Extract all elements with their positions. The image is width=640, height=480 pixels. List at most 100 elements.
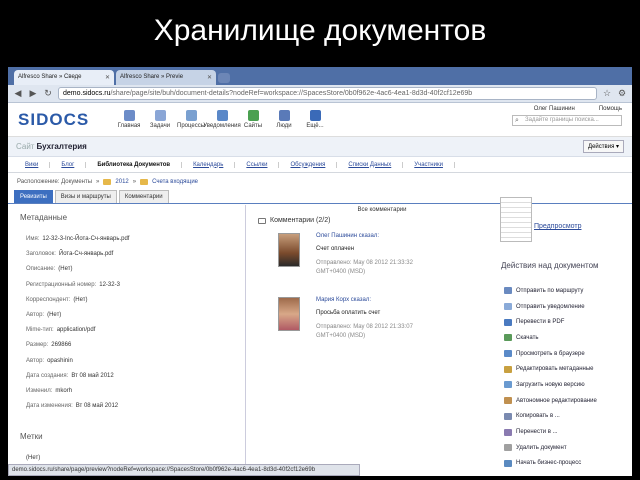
document-action[interactable]: Перевести в PDF — [504, 314, 630, 330]
tab-visas[interactable]: Визы и маршруты — [54, 190, 117, 203]
comments-title-text: Комментарии (2/2) — [270, 217, 331, 224]
preview-link[interactable]: Предпросмотр — [534, 223, 581, 230]
metadata-row: Дата изменения: Вт 08 май 2012 — [26, 403, 245, 418]
nav-icon — [216, 110, 228, 121]
document-action[interactable]: Автономное редактирование — [504, 393, 630, 409]
metadata-row: Размер: 269866 — [26, 342, 245, 357]
action-icon — [504, 444, 512, 452]
folder-icon — [103, 178, 112, 185]
nav-item[interactable]: Процессы — [177, 110, 205, 129]
nav-label: Сайты — [243, 123, 263, 129]
site-name: Бухгалтерия — [36, 142, 87, 151]
folder-icon — [140, 178, 149, 185]
action-label: Начать бизнес-процесс — [516, 460, 582, 467]
new-tab-button[interactable] — [218, 73, 230, 83]
breadcrumb-sep: » — [132, 178, 137, 185]
metadata-row: Имя: 12-32-3-Inc-Йота-Сч-январь.pdf — [26, 236, 245, 251]
breadcrumb-year[interactable]: 2012 — [115, 179, 128, 185]
browser-screenshot: Alfresco Share » Сведе ✕ Alfresco Share … — [8, 67, 632, 476]
browser-tab-bar: Alfresco Share » Сведе ✕ Alfresco Share … — [8, 67, 632, 85]
comment-author[interactable]: Мария Корх сказал: — [316, 297, 476, 303]
tab-label: Alfresco Share » Previe — [120, 74, 184, 80]
metadata-row: Регистрационный номер: 12-32-3 — [26, 282, 245, 297]
metadata-value: Вт 08 май 2012 — [75, 403, 119, 410]
metadata-title: Метаданные — [20, 213, 68, 222]
search-input[interactable]: ⌕ Задайте границы поиска... — [512, 115, 622, 126]
nav-item[interactable]: Сайты — [240, 110, 266, 129]
address-bar: ◀ ▶ ↻ demo.sidocs.ru/share/page/site/buh… — [8, 85, 632, 103]
tab-requisites[interactable]: Ревизиты — [14, 190, 53, 203]
metadata-row: Автор: (Нет) — [26, 312, 245, 327]
wrench-icon[interactable]: ⚙ — [617, 88, 627, 99]
document-action[interactable]: Загрузить новую версию — [504, 377, 630, 393]
close-icon[interactable]: ✕ — [207, 74, 212, 85]
action-label: Перенести в ... — [516, 429, 558, 436]
document-action[interactable]: Отправить по маршруту — [504, 283, 630, 299]
action-label: Копировать в ... — [516, 413, 560, 420]
nav-icon — [247, 110, 259, 121]
comment-text: Счет оплачен — [316, 246, 355, 252]
comment-date: Отправлено: May 08 2012 21:33:07 — [316, 324, 413, 330]
document-action[interactable]: Удалить документ — [504, 440, 630, 456]
action-icon — [504, 318, 512, 326]
breadcrumb-label[interactable]: Расположение: Документы — [17, 179, 92, 185]
nav-icon — [123, 110, 135, 121]
action-icon — [504, 303, 512, 311]
nav-item[interactable]: Ещё... — [302, 110, 328, 129]
browser-tab-1[interactable]: Alfresco Share » Previe ✕ — [116, 70, 216, 85]
metadata-value: 12-32-3-Inc-Йота-Сч-январь.pdf — [42, 236, 130, 242]
nav-item[interactable]: Задачи — [147, 110, 173, 129]
document-action[interactable]: Редактировать метаданные — [504, 361, 630, 377]
comment-tz: GMT+0400 (MSD) — [316, 333, 366, 339]
action-label: Удалить документ — [516, 444, 567, 451]
browser-tab-0[interactable]: Alfresco Share » Сведе ✕ — [14, 70, 114, 85]
back-icon[interactable]: ◀ — [13, 88, 23, 99]
all-comments-link[interactable]: Все комментарии — [272, 207, 492, 213]
site-nav-item[interactable]: Участники — [403, 161, 455, 168]
comment-item: Мария Корх сказал: Просьба оплатить счет… — [278, 297, 478, 355]
site-nav-item[interactable]: Обсуждения — [279, 161, 338, 168]
comment-author[interactable]: Олег Пашинин сказал: — [316, 233, 476, 239]
document-thumbnail[interactable] — [500, 197, 532, 242]
nav-item[interactable]: Главная — [116, 110, 142, 129]
breadcrumb-folder[interactable]: Счета входящие — [152, 179, 198, 185]
star-icon[interactable]: ☆ — [602, 88, 612, 99]
tab-comments[interactable]: Комментарии — [118, 190, 169, 203]
user-menu[interactable]: Олег Пашинин — [534, 106, 575, 112]
site-nav-item[interactable]: Списки Данных — [337, 161, 404, 168]
metadata-row: Заголовок: Йота-Сч-январь.pdf — [26, 251, 245, 266]
nav-item[interactable]: Люди — [271, 110, 297, 129]
forward-icon[interactable]: ▶ — [28, 88, 38, 99]
close-icon[interactable]: ✕ — [105, 74, 110, 85]
site-nav-item[interactable]: Блог — [50, 161, 87, 168]
document-action[interactable]: Копировать в ... — [504, 409, 630, 425]
comments-title: Комментарии (2/2) — [258, 217, 492, 224]
document-action[interactable]: Перенести в ... — [504, 424, 630, 440]
breadcrumb: Расположение: Документы » 2012 » Счета в… — [8, 173, 632, 190]
action-label: Отправить по маршруту — [516, 287, 584, 294]
action-icon — [504, 397, 512, 405]
document-action[interactable]: Просмотреть в браузере — [504, 346, 630, 362]
nav-item[interactable]: Уведомления — [203, 110, 241, 129]
action-label: Перевести в PDF — [516, 319, 565, 326]
document-action[interactable]: Управление правами — [504, 471, 630, 476]
site-nav-item[interactable]: Вики — [14, 161, 51, 168]
site-nav-item[interactable]: Библиотека Документов — [86, 161, 183, 168]
sidocs-logo[interactable]: SIDOCS — [18, 110, 116, 130]
site-nav-item[interactable]: Календарь — [182, 161, 236, 168]
action-label: Автономное редактирование — [516, 397, 597, 404]
help-link[interactable]: Помощь — [599, 106, 622, 112]
site-actions-button[interactable]: Действия ▾ — [583, 140, 624, 153]
metadata-key: Регистрационный номер: — [26, 281, 97, 288]
reload-icon[interactable]: ↻ — [43, 88, 53, 99]
metadata-panel: Метаданные Имя: 12-32-3-Inc-Йота-Сч-январ… — [14, 205, 246, 467]
document-action[interactable]: Начать бизнес-процесс — [504, 456, 630, 472]
site-title-bar: Сайт Бухгалтерия Действия ▾ — [8, 137, 632, 157]
document-action[interactable]: Скачать — [504, 330, 630, 346]
actions-title: Действия над документом — [501, 261, 599, 270]
url-input[interactable]: demo.sidocs.ru/share/page/site/buh/docum… — [58, 87, 597, 100]
comment-tz: GMT+0400 (MSD) — [316, 269, 366, 275]
site-nav-item[interactable]: Ссылки — [235, 161, 280, 168]
app-nav: Главная Задачи Процессы Уведомления Сайты Люд… — [116, 110, 328, 129]
document-action[interactable]: Отправить уведомление — [504, 299, 630, 315]
